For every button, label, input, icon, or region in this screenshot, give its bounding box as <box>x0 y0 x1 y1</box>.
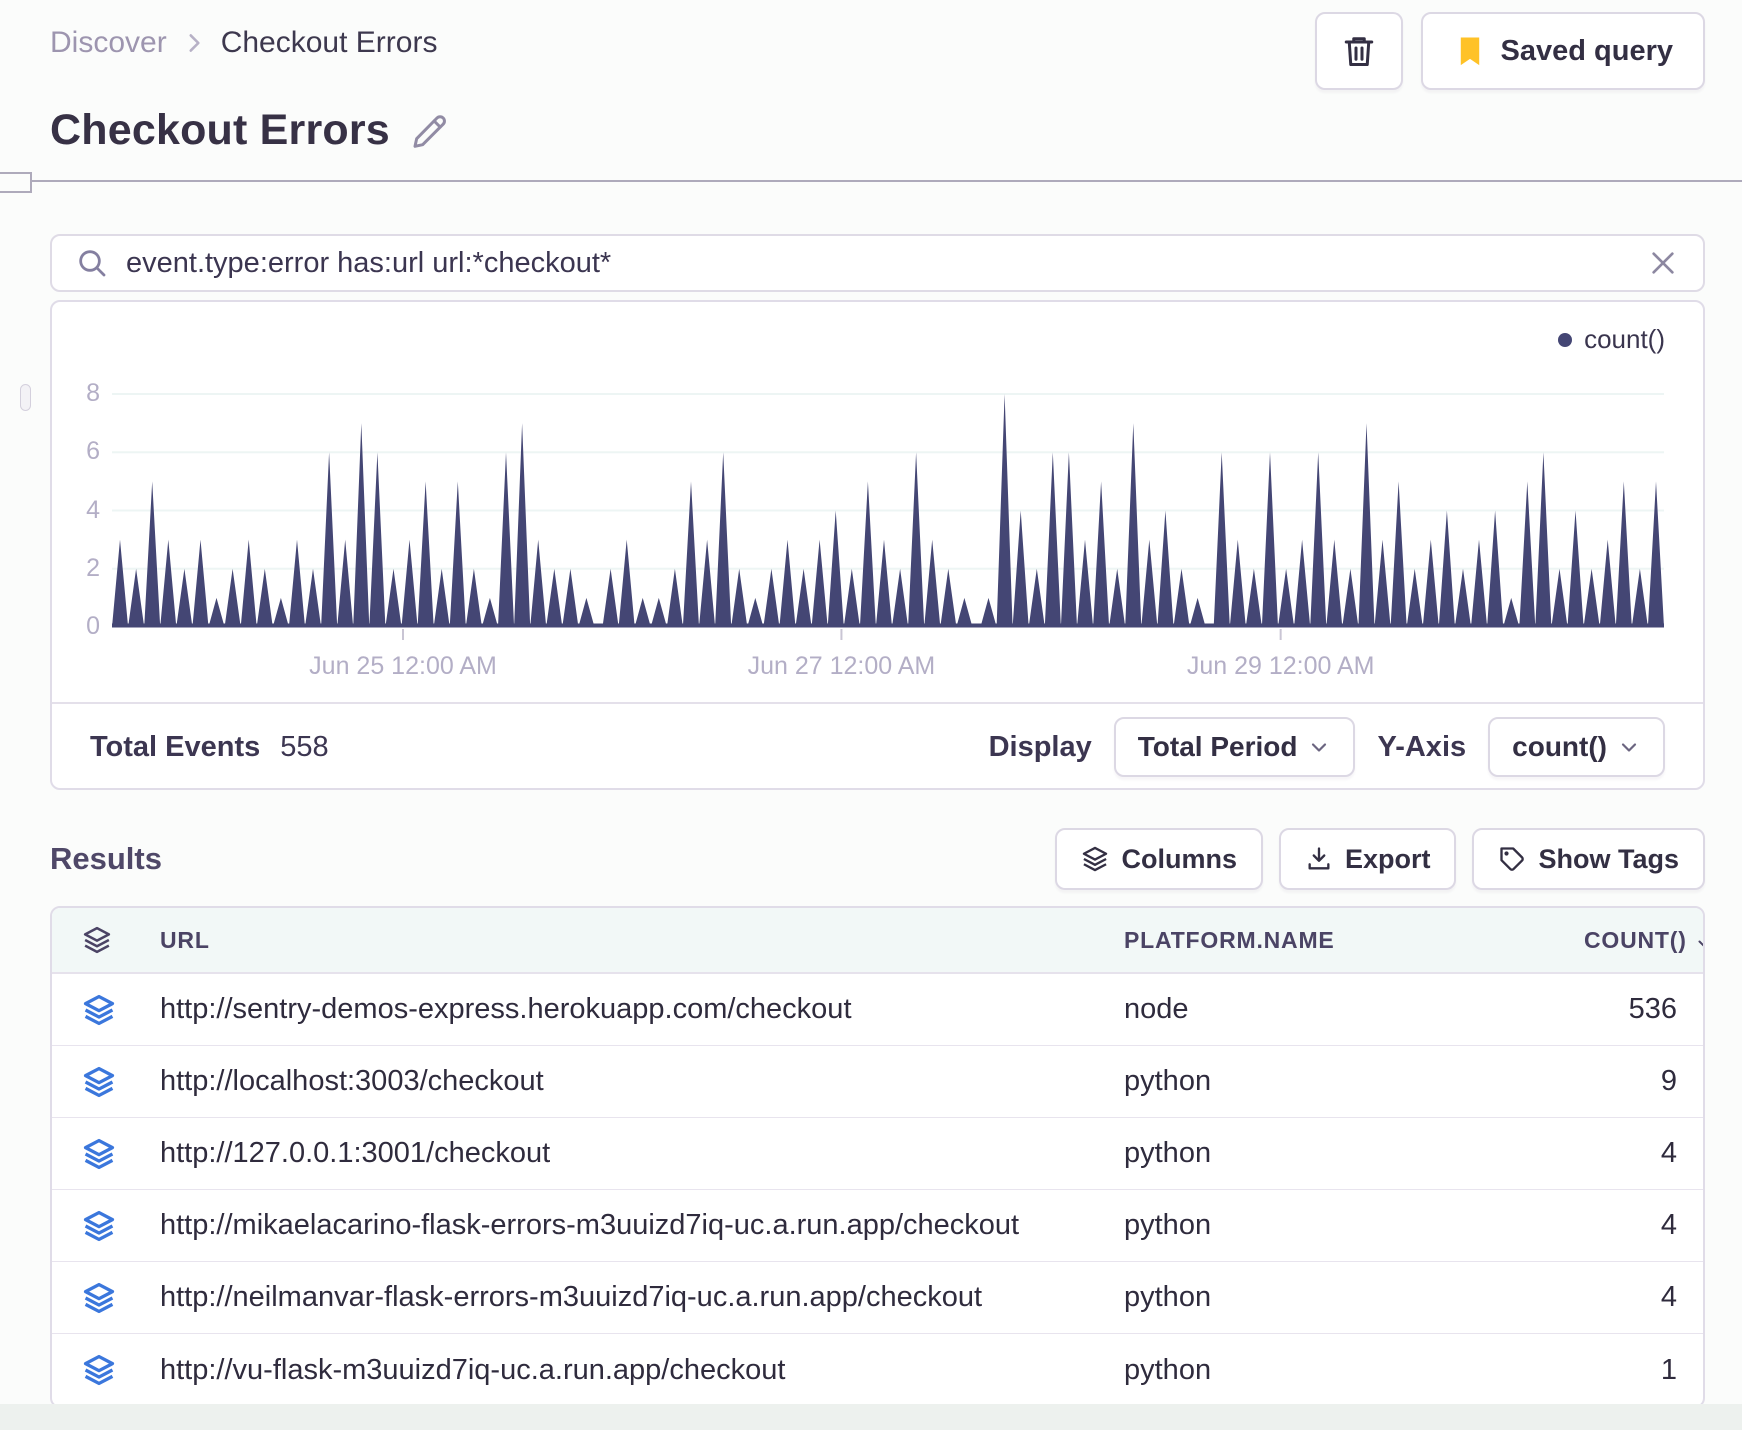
chart-footer: Total Events 558 Display Total Period Y-… <box>52 702 1703 790</box>
yaxis-dropdown-value: count() <box>1512 731 1607 762</box>
sort-desc-icon <box>1693 928 1703 952</box>
platform-cell: python <box>1124 1065 1212 1097</box>
x-axis-tick-label: Jun 25 12:00 AM <box>309 652 497 680</box>
display-dropdown-value: Total Period <box>1137 731 1298 762</box>
table-row: http://localhost:3003/checkout python 9 <box>52 1046 1703 1118</box>
x-axis-tick-label: Jun 27 12:00 AM <box>747 652 936 680</box>
export-label: Export <box>1344 843 1431 874</box>
yaxis-label: Y-Axis <box>1377 730 1467 763</box>
url-cell: http://mikaelacarino-flask-errors-m3uuiz… <box>160 1209 1020 1241</box>
count-cell: 4 <box>1660 1209 1677 1241</box>
platform-cell: python <box>1124 1209 1212 1241</box>
chevron-down-icon <box>1307 735 1331 759</box>
count-cell: 1 <box>1660 1353 1677 1386</box>
url-cell: http://localhost:3003/checkout <box>160 1065 544 1097</box>
column-header-count[interactable]: COUNT() <box>1584 926 1703 954</box>
search-bar <box>50 234 1705 292</box>
y-axis-tick-label: 4 <box>86 495 100 524</box>
clear-search-button[interactable] <box>1647 247 1679 279</box>
results-table: URL PLATFORM.NAME COUNT() http://sentry-… <box>50 906 1705 1408</box>
column-header-platform[interactable]: PLATFORM.NAME <box>1124 927 1584 954</box>
trash-icon <box>1341 33 1377 69</box>
columns-button[interactable]: Columns <box>1055 828 1263 890</box>
export-button[interactable]: Export <box>1278 828 1457 890</box>
display-dropdown[interactable]: Total Period <box>1113 717 1356 777</box>
display-label: Display <box>988 730 1092 763</box>
edit-title-button[interactable] <box>410 111 450 151</box>
open-group-button[interactable] <box>82 1065 160 1099</box>
platform-cell: python <box>1124 1137 1212 1169</box>
x-axis-tick-label: Jun 29 12:00 AM <box>1186 652 1375 680</box>
page-title: Checkout Errors <box>50 106 390 154</box>
url-cell: http://neilmanvar-flask-errors-m3uuizd7i… <box>160 1281 983 1313</box>
table-row: http://mikaelacarino-flask-errors-m3uuiz… <box>52 1190 1703 1262</box>
legend-label: count() <box>1584 324 1665 354</box>
table-header-row: URL PLATFORM.NAME COUNT() <box>52 908 1703 974</box>
url-cell: http://vu-flask-m3uuizd7iq-uc.a.run.app/… <box>160 1353 786 1386</box>
pencil-icon <box>410 111 450 151</box>
column-header-url[interactable]: URL <box>160 927 1124 954</box>
layers-icon <box>1081 845 1109 873</box>
url-cell: http://127.0.0.1:3001/checkout <box>160 1137 551 1169</box>
saved-query-button[interactable]: Saved query <box>1420 12 1705 90</box>
columns-label: Columns <box>1121 843 1237 874</box>
y-axis-tick-label: 0 <box>86 612 100 640</box>
layers-icon <box>82 925 160 955</box>
count-header-label: COUNT() <box>1584 926 1687 953</box>
count-cell: 9 <box>1660 1065 1677 1097</box>
search-icon <box>76 247 108 279</box>
open-group-button[interactable] <box>82 1209 160 1243</box>
chevron-right-icon <box>181 30 207 56</box>
download-icon <box>1305 845 1333 873</box>
page-bottom-strip <box>0 1404 1742 1430</box>
show-tags-label: Show Tags <box>1538 843 1679 874</box>
platform-cell: python <box>1124 1281 1212 1313</box>
total-events-value: 558 <box>280 730 329 763</box>
total-events-label: Total Events <box>90 730 261 763</box>
tag-icon <box>1498 845 1526 873</box>
y-axis-tick-label: 6 <box>86 437 100 466</box>
chart-body: count() 0 2 4 6 8 Jun 25 12:00 AM Jun 27 12:00… <box>52 302 1703 702</box>
platform-cell: node <box>1124 993 1189 1025</box>
open-group-button[interactable] <box>82 993 160 1027</box>
y-axis-tick-label: 8 <box>86 379 100 407</box>
yaxis-dropdown[interactable]: count() <box>1488 717 1665 777</box>
table-body: http://sentry-demos-express.herokuapp.co… <box>52 974 1703 1406</box>
legend-dot <box>1558 332 1573 347</box>
chart-plot-svg[interactable] <box>112 362 1664 640</box>
panel-collapse-handle[interactable] <box>0 172 32 193</box>
delete-query-button[interactable] <box>1314 12 1403 90</box>
legend-item-count[interactable]: count() <box>1558 324 1665 355</box>
results-heading: Results <box>50 841 162 876</box>
breadcrumb-discover-link[interactable]: Discover <box>50 26 167 60</box>
platform-cell: python <box>1124 1353 1212 1386</box>
count-cell: 4 <box>1660 1281 1677 1313</box>
table-row: http://sentry-demos-express.herokuapp.co… <box>52 974 1703 1046</box>
scrollbar-pill[interactable] <box>20 384 31 411</box>
close-icon <box>1647 247 1679 279</box>
y-axis-tick-label: 2 <box>86 553 100 582</box>
search-input[interactable] <box>126 246 1629 280</box>
table-row: http://vu-flask-m3uuizd7iq-uc.a.run.app/… <box>52 1334 1703 1406</box>
page-header: Discover Checkout Errors Saved query Che… <box>0 0 1742 193</box>
count-cell: 536 <box>1628 993 1677 1025</box>
bookmark-icon <box>1453 34 1487 68</box>
show-tags-button[interactable]: Show Tags <box>1472 828 1705 890</box>
table-row: http://127.0.0.1:3001/checkout python 4 <box>52 1118 1703 1190</box>
chart-panel: count() 0 2 4 6 8 Jun 25 12:00 AM Jun 27 12:00… <box>50 300 1705 790</box>
url-cell: http://sentry-demos-express.herokuapp.co… <box>160 993 852 1025</box>
open-group-button[interactable] <box>82 1137 160 1171</box>
open-group-button[interactable] <box>82 1281 160 1315</box>
table-row: http://neilmanvar-flask-errors-m3uuizd7i… <box>52 1262 1703 1334</box>
saved-query-label: Saved query <box>1500 34 1673 67</box>
count-cell: 4 <box>1660 1137 1677 1169</box>
breadcrumb-current: Checkout Errors <box>220 26 438 59</box>
chevron-down-icon <box>1617 735 1641 759</box>
open-group-button[interactable] <box>82 1353 160 1387</box>
